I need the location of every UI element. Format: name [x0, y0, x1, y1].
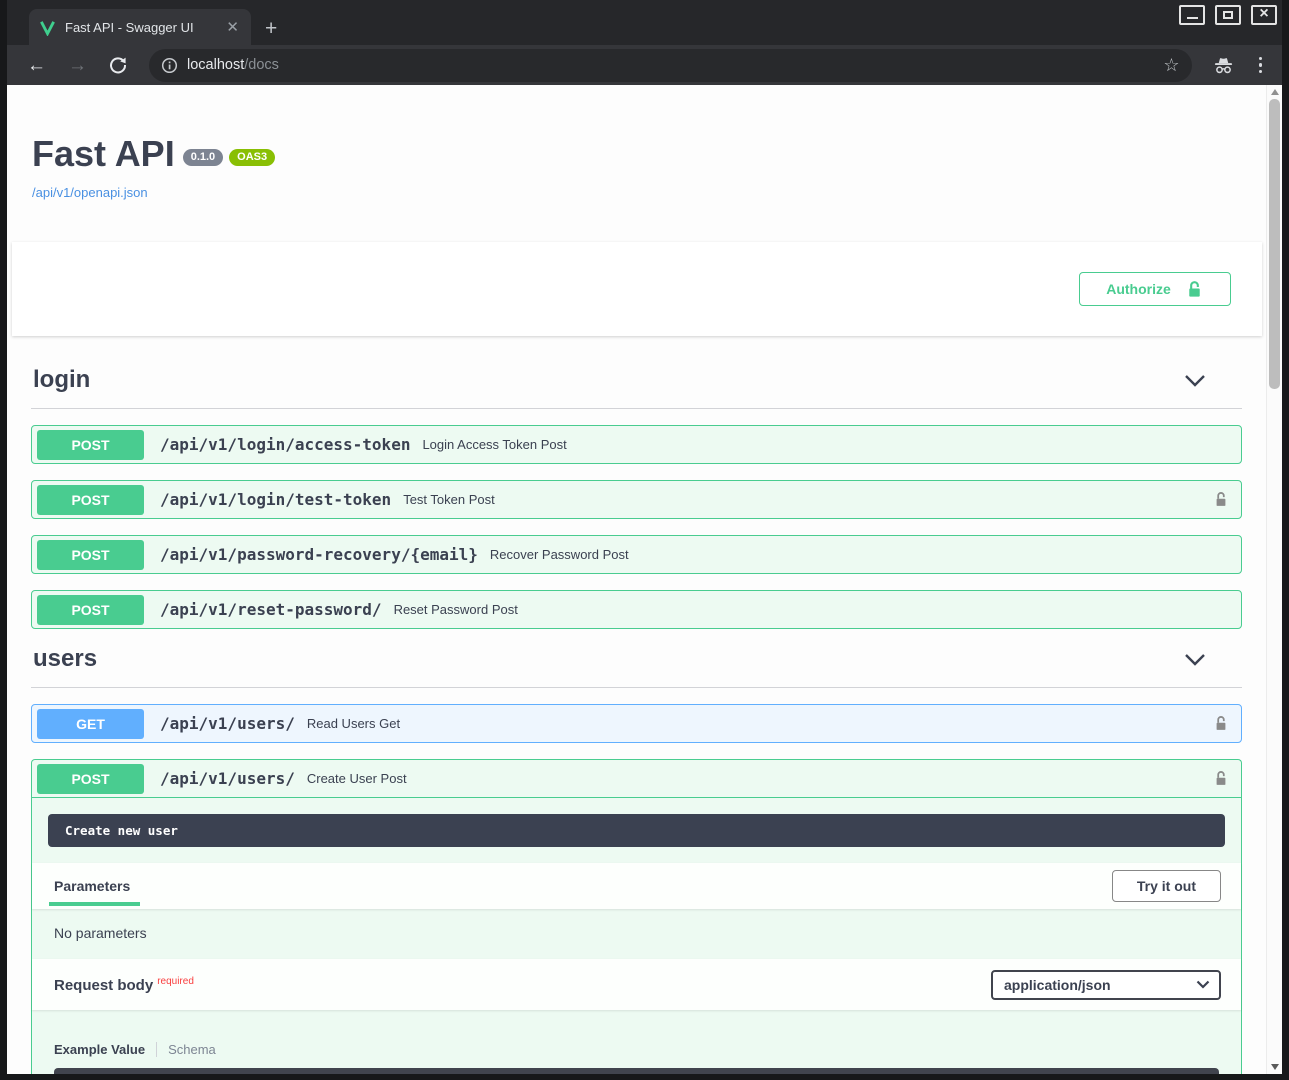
minimize-button[interactable] — [1179, 5, 1205, 25]
method-badge: POST — [37, 764, 144, 794]
method-badge: POST — [37, 540, 144, 570]
chevron-down-icon[interactable] — [1184, 374, 1206, 387]
browser-toolbar: ← → localhost/docs ☆ — [7, 45, 1282, 85]
site-favicon-icon — [39, 19, 56, 36]
swagger-page: Fast API 0.1.0 OAS3 /api/v1/openapi.json A… — [7, 85, 1282, 1074]
section-login-header[interactable]: login — [31, 362, 1242, 409]
operation-row[interactable]: POST /api/v1/login/access-token Login Ac… — [31, 425, 1242, 464]
operation-path: /api/v1/password-recovery/{email} — [160, 545, 478, 564]
authorize-label: Authorize — [1106, 281, 1171, 297]
section-login: login POST /api/v1/login/access-token Lo… — [31, 362, 1242, 629]
parameters-header: Parameters Try it out — [32, 863, 1241, 909]
operation-summary: Test Token Post — [403, 492, 1213, 507]
auth-lock-icon[interactable] — [1213, 490, 1229, 509]
maximize-button[interactable] — [1215, 5, 1241, 25]
auth-lock-icon[interactable] — [1213, 714, 1229, 733]
no-parameters-text: No parameters — [32, 909, 1241, 959]
api-info: Fast API 0.1.0 OAS3 /api/v1/openapi.json — [7, 85, 1266, 200]
required-label: required — [157, 976, 194, 987]
operation-description: Create new user — [48, 814, 1225, 847]
authorize-button[interactable]: Authorize — [1079, 272, 1231, 306]
tab-example-value[interactable]: Example Value — [54, 1042, 145, 1057]
operation-path: /api/v1/users/ — [160, 769, 295, 788]
close-button[interactable]: × — [1251, 5, 1277, 25]
oas3-badge: OAS3 — [229, 149, 275, 166]
method-badge: POST — [37, 430, 144, 460]
operation-row[interactable]: POST /api/v1/login/test-token Test Token… — [31, 480, 1242, 519]
operation-path: /api/v1/users/ — [160, 714, 295, 733]
browser-window: Fast API - Swagger UI ✕ + × ← → — [0, 0, 1289, 1080]
content-type-value: application/json — [1004, 977, 1111, 993]
address-bar[interactable]: localhost/docs ☆ — [149, 49, 1192, 82]
version-badge: 0.1.0 — [183, 149, 223, 166]
tab-bar: Fast API - Swagger UI ✕ + × — [7, 0, 1282, 45]
operation-path: /api/v1/login/test-token — [160, 490, 391, 509]
scrollbar-thumb[interactable] — [1269, 99, 1280, 389]
back-button[interactable]: ← — [19, 56, 54, 75]
request-body-label: Request bodyrequired — [54, 976, 194, 994]
operation-path: /api/v1/login/access-token — [160, 435, 410, 454]
request-body-header: Request bodyrequired application/json — [32, 959, 1241, 1010]
operation-post-users-expanded: POST /api/v1/users/ Create User Post Cre… — [31, 759, 1242, 1074]
operation-path: /api/v1/reset-password/ — [160, 600, 382, 619]
chevron-down-icon — [1196, 980, 1210, 989]
example-section: Example Value Schema { — [32, 1010, 1241, 1074]
method-badge: POST — [37, 485, 144, 515]
operation-summary: Read Users Get — [307, 716, 1213, 731]
method-badge: POST — [37, 595, 144, 625]
operation-summary: Reset Password Post — [394, 602, 1229, 617]
tab-schema[interactable]: Schema — [168, 1042, 216, 1057]
forward-button[interactable]: → — [60, 56, 95, 75]
browser-menu-icon[interactable] — [1249, 57, 1273, 74]
bookmark-star-icon[interactable]: ☆ — [1163, 56, 1179, 74]
url-text: localhost/docs — [187, 57, 1154, 73]
section-title: users — [33, 645, 97, 673]
page-title: Fast API — [32, 133, 175, 174]
tab-close-icon[interactable]: ✕ — [224, 18, 241, 36]
operation-row[interactable]: POST /api/v1/users/ Create User Post — [32, 760, 1241, 798]
site-info-icon[interactable] — [161, 57, 178, 74]
browser-tab[interactable]: Fast API - Swagger UI ✕ — [29, 9, 251, 45]
try-it-out-button[interactable]: Try it out — [1112, 870, 1221, 902]
unlock-icon — [1185, 280, 1204, 299]
section-users: users GET /api/v1/users/ Read Users Get — [31, 641, 1242, 1074]
operation-row[interactable]: GET /api/v1/users/ Read Users Get — [31, 704, 1242, 743]
window-controls: × — [1179, 5, 1277, 25]
page-scrollbar[interactable] — [1266, 85, 1282, 1074]
method-badge: GET — [37, 709, 144, 739]
tab-parameters[interactable]: Parameters — [54, 864, 130, 908]
operation-summary: Recover Password Post — [490, 547, 1229, 562]
operation-summary: Login Access Token Post — [422, 437, 1229, 452]
operation-row[interactable]: POST /api/v1/password-recovery/{email} R… — [31, 535, 1242, 574]
openapi-spec-link[interactable]: /api/v1/openapi.json — [32, 185, 1266, 200]
chevron-down-icon[interactable] — [1184, 653, 1206, 666]
section-users-header[interactable]: users — [31, 641, 1242, 688]
scheme-container: Authorize — [12, 242, 1262, 336]
tab-title: Fast API - Swagger UI — [65, 20, 215, 35]
operation-summary: Create User Post — [307, 771, 1213, 786]
tab-divider — [156, 1042, 157, 1057]
content-type-select[interactable]: application/json — [991, 970, 1221, 1000]
new-tab-button[interactable]: + — [265, 18, 277, 39]
auth-lock-icon[interactable] — [1213, 769, 1229, 788]
example-code-block[interactable]: { — [54, 1068, 1219, 1074]
incognito-icon — [1204, 56, 1243, 75]
section-title: login — [33, 366, 90, 394]
scrollbar-up-arrow[interactable] — [1271, 89, 1279, 95]
scrollbar-down-arrow[interactable] — [1271, 1064, 1279, 1070]
reload-icon[interactable] — [101, 56, 135, 74]
operation-row[interactable]: POST /api/v1/reset-password/ Reset Passw… — [31, 590, 1242, 629]
